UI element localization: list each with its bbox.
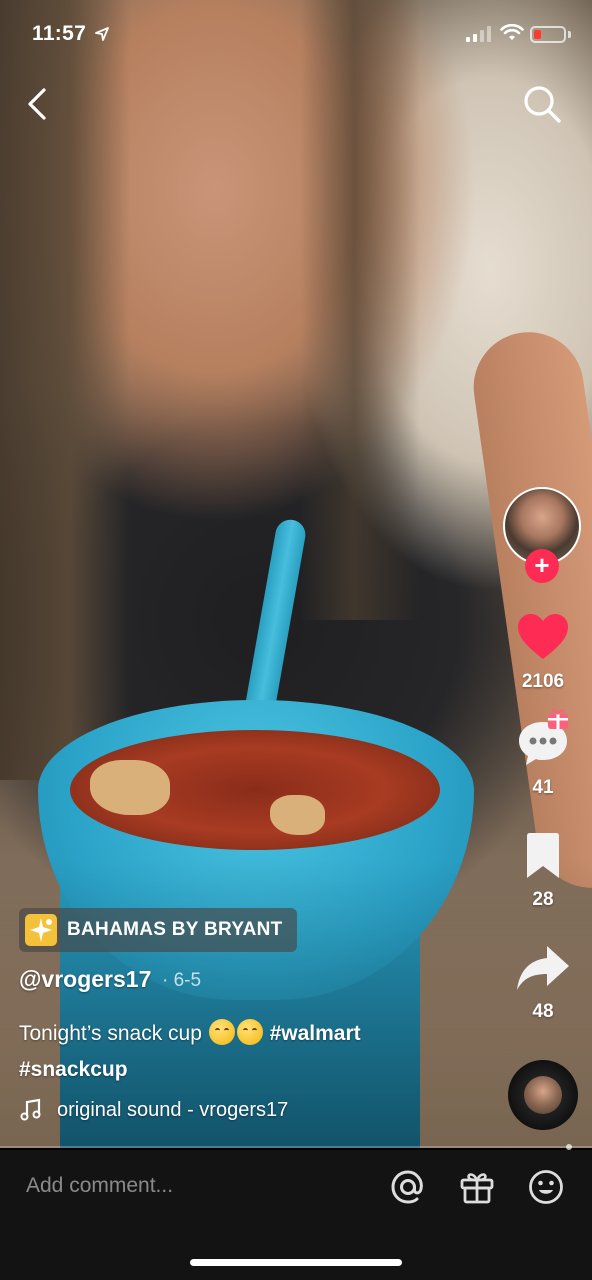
status-bar: 11:57 <box>0 0 592 70</box>
smile-emoji-icon <box>236 1019 263 1045</box>
video-content <box>90 760 170 815</box>
comment-input[interactable]: Add comment... <box>26 1174 173 1198</box>
comment-button[interactable]: 41 <box>503 709 583 799</box>
home-indicator[interactable] <box>190 1259 402 1266</box>
bookmark-icon <box>527 833 559 878</box>
location-arrow-icon <box>95 27 109 41</box>
emoji-icon[interactable] <box>527 1168 565 1206</box>
caption-text: Tonight’s snack cup <box>19 1022 202 1045</box>
comment-count: 41 <box>532 777 554 798</box>
video-content <box>466 325 592 895</box>
follow-plus-button[interactable]: + <box>525 549 559 583</box>
music-note-icon <box>20 1098 41 1121</box>
video-content <box>270 795 325 835</box>
bookmark-count: 28 <box>532 889 554 910</box>
like-count: 2106 <box>521 671 565 692</box>
sound-link[interactable]: original sound - vrogers17 <box>19 1098 288 1122</box>
status-time: 11:57 <box>32 22 87 45</box>
gift-badge-icon <box>548 709 568 729</box>
battery-level <box>534 30 541 39</box>
music-disc-button[interactable] <box>508 1060 578 1130</box>
share-button[interactable]: 48 <box>503 944 583 1023</box>
wifi-icon <box>500 24 524 40</box>
hashtag-snackcup[interactable]: #snackcup <box>19 1058 128 1081</box>
sound-cover-thumbnail <box>524 1076 562 1114</box>
like-button[interactable]: 2106 <box>503 612 583 693</box>
caption: Tonight’s snack cup #walmart #snackcup <box>19 1016 459 1088</box>
effect-tag[interactable]: BAHAMAS BY BRYANT <box>19 908 297 952</box>
share-arrow-icon <box>517 946 569 990</box>
hashtag-walmart[interactable]: #walmart <box>270 1022 361 1045</box>
gift-icon[interactable] <box>458 1168 496 1206</box>
smile-emoji-icon <box>208 1019 235 1045</box>
battery-tip <box>568 31 571 38</box>
post-date: · 6-5 <box>162 970 202 991</box>
search-icon[interactable] <box>522 84 562 124</box>
cell-signal-icon <box>466 26 491 42</box>
at-icon[interactable] <box>389 1168 427 1206</box>
share-count: 48 <box>532 1001 554 1022</box>
heart-icon <box>518 614 568 659</box>
bookmark-button[interactable]: 28 <box>503 832 583 911</box>
effect-sparkle-icon <box>25 914 57 946</box>
sound-label: original sound - vrogers17 <box>57 1098 289 1121</box>
chevron-left-icon[interactable] <box>20 86 56 122</box>
creator-username[interactable]: @vrogers17 <box>19 966 151 993</box>
creator-avatar-button[interactable]: + <box>503 487 581 583</box>
video-progress-bar[interactable] <box>0 1146 592 1148</box>
battery-icon <box>530 26 566 43</box>
effect-label: BAHAMAS BY BRYANT <box>67 919 283 940</box>
video-content <box>300 0 420 620</box>
